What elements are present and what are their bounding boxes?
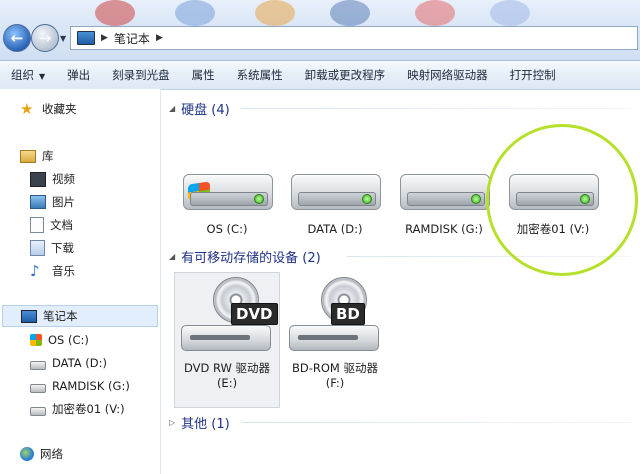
properties-button[interactable]: 属性 (181, 67, 226, 83)
nav-library[interactable]: 库 (20, 146, 54, 166)
group-header-other[interactable]: ▷ 其他 (1) (169, 413, 230, 432)
nav-library-pictures[interactable]: 图片 (30, 192, 75, 212)
chevron-right-icon[interactable]: ▶ (101, 33, 108, 43)
optical-drive-icon (181, 325, 271, 351)
nav-library-documents[interactable]: 文档 (30, 215, 73, 235)
map-network-drive-button[interactable]: 映射网络驱动器 (396, 67, 499, 83)
drive-os-c[interactable]: OS (C:) (177, 174, 277, 244)
nav-drive-v[interactable]: 加密卷01 (V:) (30, 399, 125, 419)
nav-drive-c[interactable]: OS (C:) (30, 330, 89, 350)
drive-data-d[interactable]: DATA (D:) (285, 174, 385, 244)
hard-drive-icon (183, 174, 273, 210)
system-properties-button[interactable]: 系统属性 (226, 67, 294, 83)
address-bar[interactable]: ▶ 笔记本 ▶ (70, 26, 638, 50)
divider (241, 422, 631, 423)
burn-button[interactable]: 刻录到光盘 (101, 67, 181, 83)
eject-button[interactable]: 弹出 (56, 67, 101, 83)
computer-icon (21, 309, 37, 323)
drive-bd-rom-f[interactable]: BD BD-ROM 驱动器 (F:) (285, 277, 385, 402)
download-icon (30, 240, 45, 256)
chevron-down-icon: ▼ (39, 72, 46, 81)
forward-button[interactable]: → (31, 24, 59, 52)
group-header-hdd[interactable]: ◢ 硬盘 (4) (169, 99, 230, 118)
address-area: ← → ▼ ▶ 笔记本 ▶ (0, 0, 640, 60)
chevron-right-icon[interactable]: ▶ (156, 33, 163, 43)
history-dropdown-icon[interactable]: ▼ (60, 34, 66, 43)
hard-drive-icon (291, 174, 381, 210)
dvd-badge: DVD (231, 303, 278, 325)
drive-icon (30, 383, 46, 393)
nav-drive-g[interactable]: RAMDISK (G:) (30, 376, 130, 396)
command-bar: 组织 ▼ 弹出 刻录到光盘 属性 系统属性 卸载或更改程序 映射网络驱动器 打开控… (0, 60, 640, 90)
windows-drive-icon (30, 334, 42, 346)
drive-icon (30, 406, 46, 416)
open-control-panel-button[interactable]: 打开控制 (499, 67, 567, 83)
back-button[interactable]: ← (3, 24, 31, 52)
drive-icon (30, 360, 46, 370)
nav-network[interactable]: 网络 (20, 444, 63, 464)
drive-ramdisk-g[interactable]: RAMDISK (G:) (394, 174, 494, 244)
nav-library-videos[interactable]: 视频 (30, 169, 75, 189)
hard-drive-icon (400, 174, 490, 210)
music-icon: ♪ (30, 262, 40, 280)
nav-favorites[interactable]: ★ 收藏夹 (20, 99, 77, 119)
video-icon (30, 171, 46, 187)
star-icon: ★ (20, 100, 34, 118)
divider (241, 108, 631, 109)
navigation-pane: ★ 收藏夹 库 视频 图片 文档 下载 ♪ 音乐 笔记本 OS (C:) DAT… (0, 89, 161, 474)
nav-drive-d[interactable]: DATA (D:) (30, 353, 107, 373)
nav-library-downloads[interactable]: 下载 (30, 238, 74, 258)
drive-dvd-rw-e[interactable]: DVD DVD RW 驱动器 (E:) (177, 277, 278, 402)
network-icon (20, 447, 34, 461)
nav-computer[interactable]: 笔记本 (2, 305, 158, 327)
library-icon (20, 149, 36, 163)
document-icon (30, 217, 44, 233)
organize-button[interactable]: 组织 ▼ (0, 67, 56, 83)
computer-icon (77, 31, 95, 45)
expand-icon[interactable]: ▷ (169, 418, 175, 427)
group-header-removable[interactable]: ◢ 有可移动存储的设备 (2) (169, 247, 321, 266)
bd-badge: BD (331, 303, 365, 325)
highlight-circle-annotation (486, 124, 638, 276)
nav-library-music[interactable]: ♪ 音乐 (30, 261, 75, 281)
collapse-icon[interactable]: ◢ (169, 252, 175, 261)
breadcrumb-computer[interactable]: 笔记本 (114, 30, 150, 47)
uninstall-button[interactable]: 卸载或更改程序 (294, 67, 397, 83)
collapse-icon[interactable]: ◢ (169, 104, 175, 113)
optical-drive-icon (289, 325, 379, 351)
picture-icon (30, 195, 46, 209)
